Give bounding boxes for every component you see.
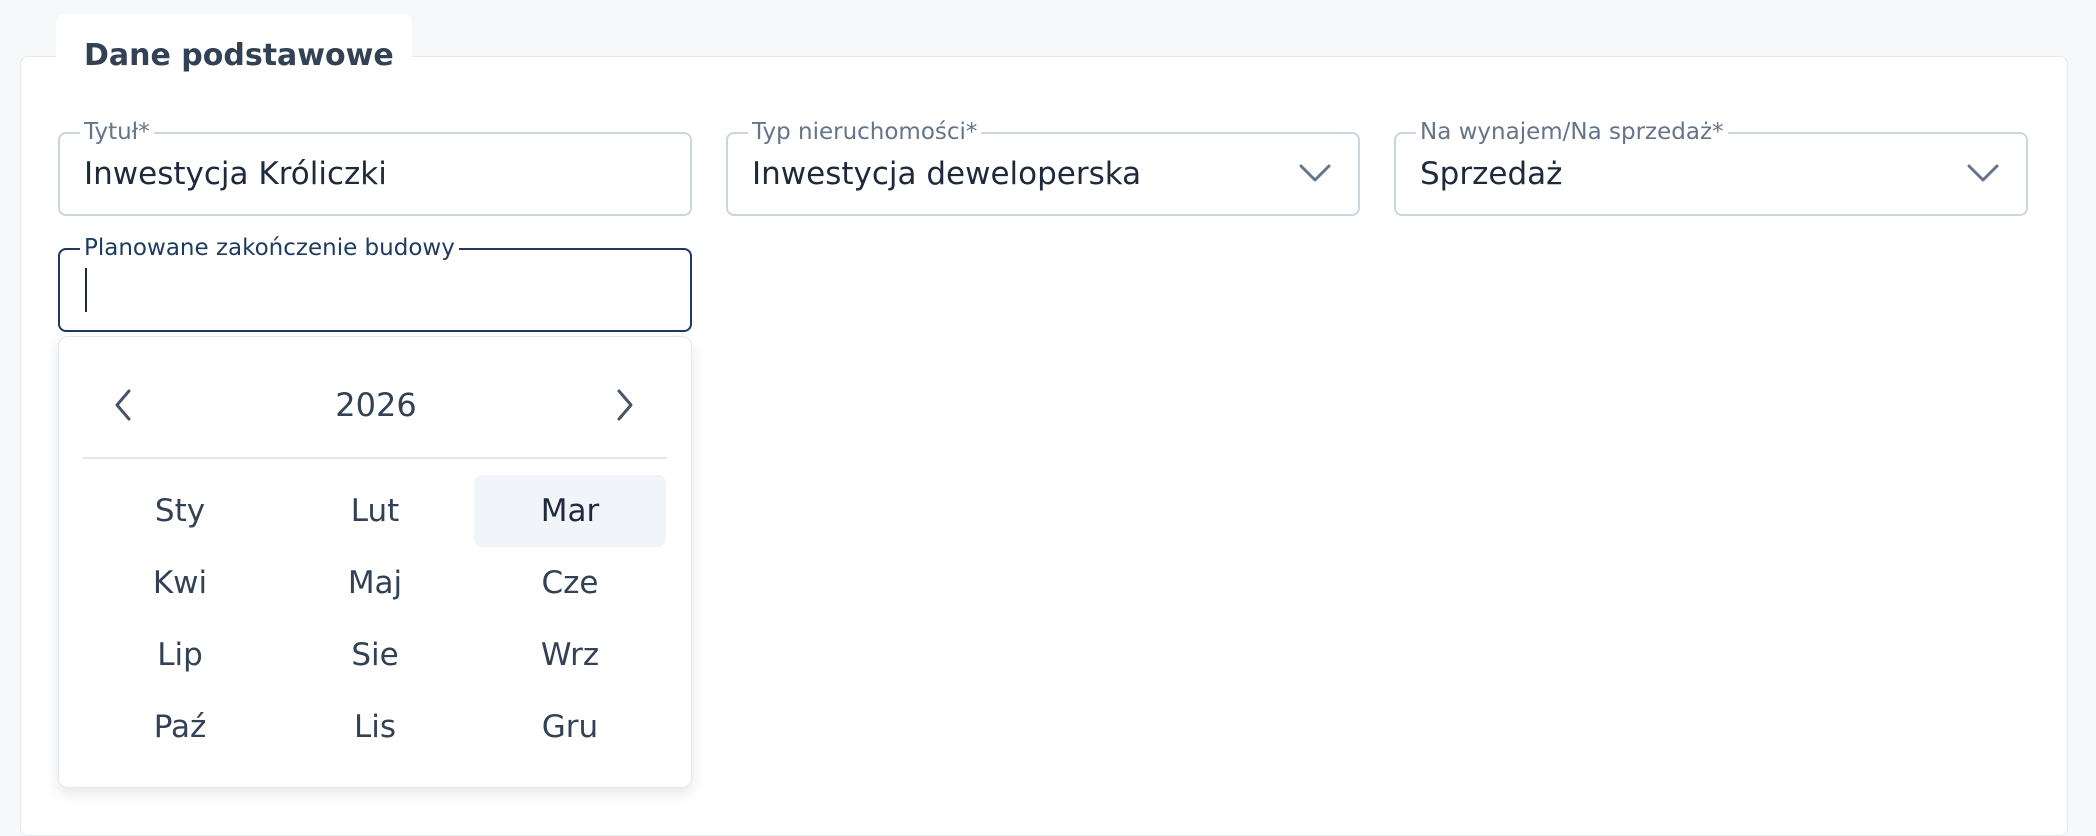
- month-option[interactable]: Lis: [278, 691, 472, 763]
- next-year-button[interactable]: [605, 385, 645, 425]
- completion-date-label: Planowane zakończenie budowy: [80, 234, 459, 262]
- property-type-select[interactable]: Typ nieruchomości* Inwestycja dewelopers…: [726, 118, 1360, 216]
- title-field-value: Inwestycja Króliczki: [84, 156, 387, 192]
- month-option[interactable]: Paź: [83, 691, 277, 763]
- offer-type-value: Sprzedaż: [1420, 156, 1563, 192]
- property-type-value: Inwestycja deweloperska: [752, 156, 1142, 192]
- prev-year-button[interactable]: [103, 385, 143, 425]
- month-option[interactable]: Lut: [278, 475, 472, 547]
- chevron-down-icon[interactable]: [1966, 162, 2000, 184]
- text-caret: [85, 268, 87, 312]
- month-grid: Sty Lut Mar Kwi Maj Cze Lip Sie Wrz Paź …: [83, 475, 667, 763]
- completion-date-input[interactable]: Planowane zakończenie budowy: [58, 234, 692, 332]
- offer-type-select[interactable]: Na wynajem/Na sprzedaż* Sprzedaż: [1394, 118, 2028, 216]
- picker-year: 2026: [335, 386, 417, 424]
- month-option[interactable]: Kwi: [83, 547, 277, 619]
- offer-type-label: Na wynajem/Na sprzedaż*: [1416, 118, 1728, 146]
- chevron-left-icon: [115, 389, 131, 421]
- chevron-right-icon: [617, 389, 633, 421]
- month-option[interactable]: Sie: [278, 619, 472, 691]
- month-picker: 2026 Sty Lut Mar Kwi Maj Cze Lip Sie Wrz…: [58, 336, 692, 788]
- title-field-label: Tytuł*: [80, 118, 154, 146]
- month-option[interactable]: Wrz: [473, 619, 667, 691]
- month-option[interactable]: Sty: [83, 475, 277, 547]
- section-title: Dane podstawowe: [84, 38, 394, 73]
- title-field[interactable]: Tytuł* Inwestycja Króliczki: [58, 118, 692, 216]
- chevron-down-icon[interactable]: [1298, 162, 1332, 184]
- picker-divider: [83, 457, 667, 459]
- month-option[interactable]: Cze: [473, 547, 667, 619]
- month-option[interactable]: Gru: [473, 691, 667, 763]
- property-type-label: Typ nieruchomości*: [748, 118, 982, 146]
- month-option[interactable]: Mar: [474, 475, 666, 547]
- month-option[interactable]: Lip: [83, 619, 277, 691]
- month-option[interactable]: Maj: [278, 547, 472, 619]
